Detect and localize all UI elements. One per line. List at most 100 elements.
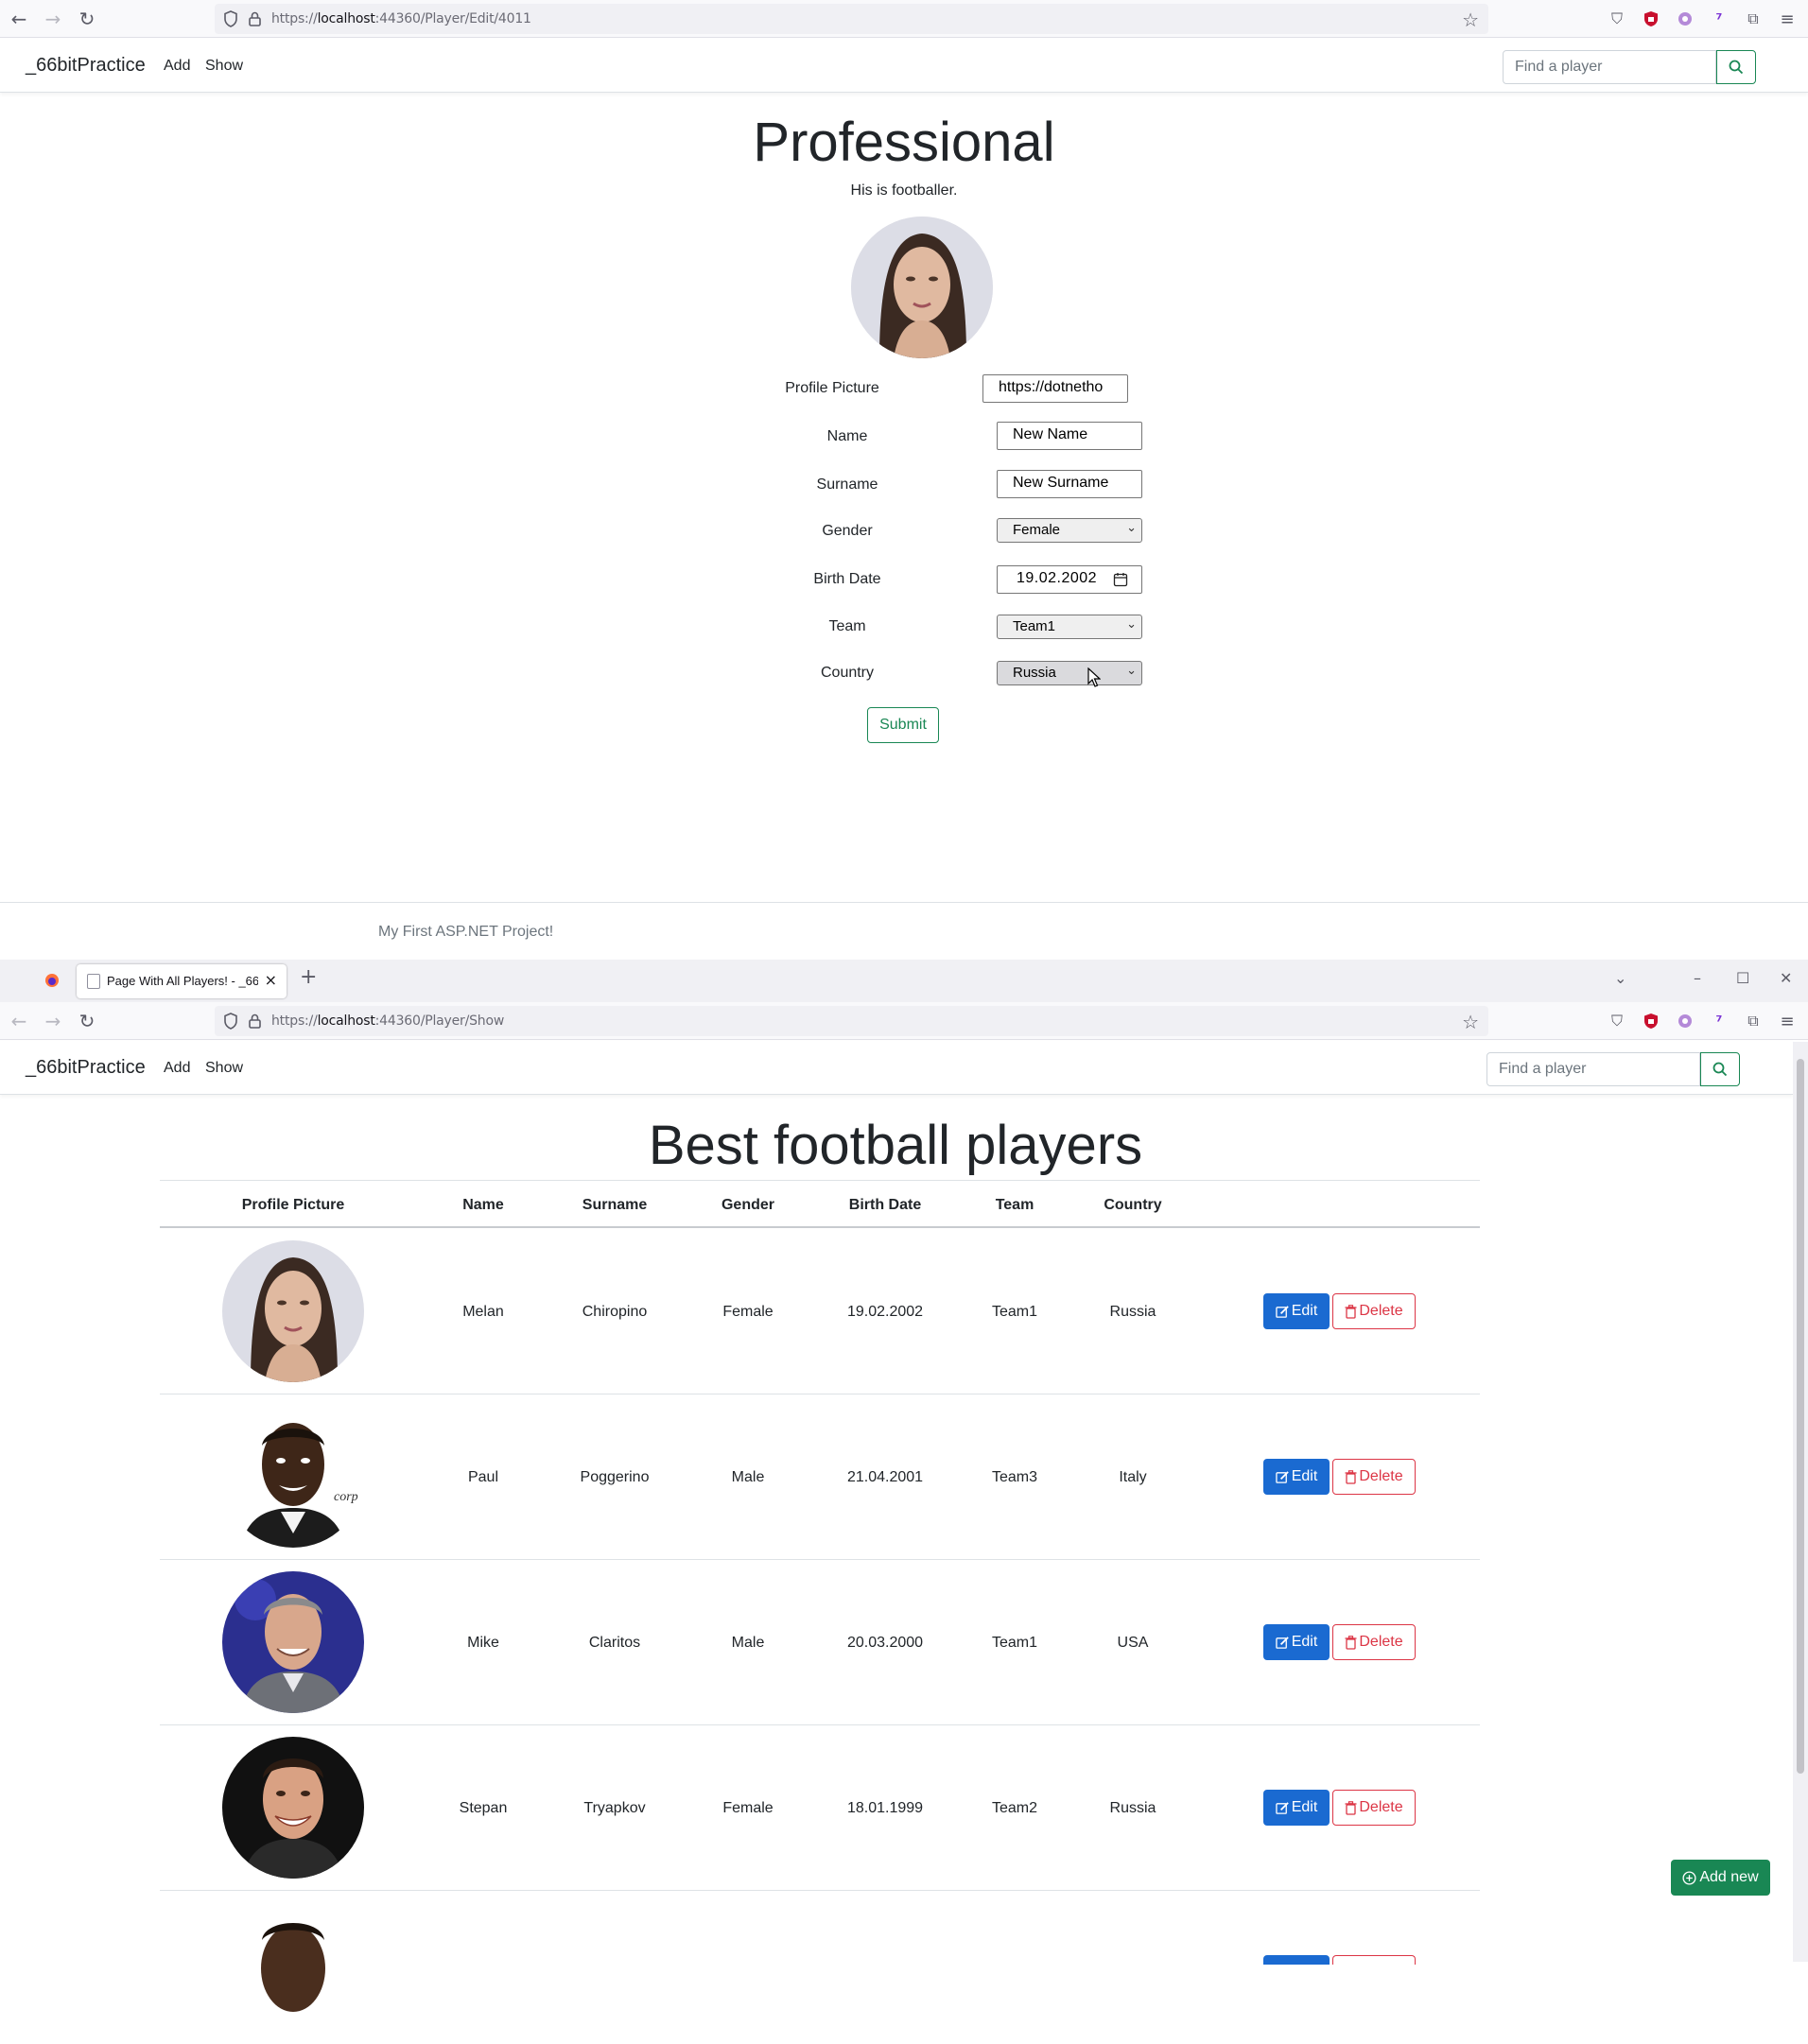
lock-icon[interactable] <box>247 10 264 27</box>
profile-picture-input[interactable]: https://dotnetho <box>982 374 1128 403</box>
shield-icon[interactable] <box>223 10 238 27</box>
trash-icon <box>1345 1800 1357 1815</box>
url-text[interactable]: https://localhost:44360/Player/Edit/4011 <box>271 11 531 26</box>
edit-label: Edit <box>1291 1468 1318 1484</box>
edit-button[interactable]: Edit <box>1263 1293 1330 1329</box>
reload-icon[interactable]: ↻ <box>77 8 97 30</box>
page-title: Best football players <box>648 1115 1143 1176</box>
address-bar[interactable]: https://localhost:44360/Player/Show ☆ <box>215 1006 1488 1036</box>
search-button[interactable] <box>1716 50 1756 84</box>
profile-avatar <box>851 217 993 358</box>
cell-surname: Poggerino <box>580 1469 650 1485</box>
ublock-icon[interactable] <box>1641 9 1661 29</box>
avatar <box>222 1571 364 1713</box>
menu-icon[interactable]: ≡ <box>1777 1011 1798 1031</box>
maximize-button[interactable]: ☐ <box>1736 969 1749 987</box>
close-icon[interactable]: × <box>265 971 277 989</box>
cell-country: USA <box>1117 1635 1149 1651</box>
delete-button[interactable]: Delete <box>1332 1624 1416 1660</box>
cell-gender: Female <box>722 1304 774 1320</box>
new-tab-button[interactable]: + <box>300 965 317 989</box>
name-input[interactable]: New Name <box>997 422 1142 450</box>
cell-birth-date: 21.04.2001 <box>846 1469 924 1485</box>
ublock-icon[interactable] <box>1641 1011 1661 1031</box>
surname-input[interactable]: New Surname <box>997 470 1142 498</box>
menu-icon[interactable]: ≡ <box>1777 9 1798 29</box>
pocket-icon[interactable]: ⛉ <box>1607 9 1627 29</box>
birth-date-input[interactable]: 19.02.2002 <box>997 565 1142 594</box>
cell-surname: Chiropino <box>582 1304 648 1320</box>
cell-team: Team1 <box>991 1304 1038 1320</box>
shield-icon[interactable] <box>223 1013 238 1030</box>
page-title: Professional <box>753 112 1055 173</box>
back-arrow-icon[interactable]: ← <box>9 8 29 30</box>
url-text[interactable]: https://localhost:44360/Player/Show <box>271 1013 504 1029</box>
edit-icon <box>1275 1305 1289 1318</box>
close-window-button[interactable]: ✕ <box>1780 969 1792 987</box>
search-input[interactable] <box>1486 1052 1700 1086</box>
chevron-down-icon: ⌄ <box>1126 664 1137 678</box>
chevron-down-icon: ⌄ <box>1126 521 1137 535</box>
submit-button[interactable]: Submit <box>867 707 939 743</box>
label-surname: Surname <box>816 476 878 493</box>
cell-gender: Male <box>731 1635 765 1651</box>
back-arrow-icon[interactable]: ← <box>9 1010 29 1032</box>
chevron-down-icon[interactable]: ⌄ <box>1614 969 1626 987</box>
delete-button[interactable]: Delete <box>1332 1293 1416 1329</box>
delete-button[interactable]: Delete <box>1332 1790 1416 1826</box>
forward-arrow-icon[interactable]: → <box>43 8 63 30</box>
page-scrollbar[interactable] <box>1793 1042 1808 1962</box>
pocket-icon[interactable]: ⛉ <box>1607 1011 1627 1031</box>
cell-team: Team1 <box>991 1635 1038 1651</box>
address-bar[interactable]: https://localhost:44360/Player/Edit/4011… <box>215 4 1488 34</box>
edit-button[interactable] <box>1263 1955 1330 1965</box>
delete-button[interactable]: Delete <box>1332 1459 1416 1495</box>
trash-icon <box>1345 1304 1357 1319</box>
scrollbar-thumb[interactable] <box>1797 1059 1804 1774</box>
chevron-down-icon: ⌄ <box>1126 617 1137 632</box>
brand-link[interactable]: _66bitPractice <box>26 1057 146 1079</box>
extension-icon[interactable] <box>1675 1011 1695 1031</box>
edit-button[interactable]: Edit <box>1263 1790 1330 1826</box>
edit-button[interactable]: Edit <box>1263 1459 1330 1495</box>
nav-link-show[interactable]: Show <box>205 58 243 75</box>
team-select[interactable]: Team1 ⌄ <box>997 615 1142 639</box>
column-header: Name <box>462 1197 504 1213</box>
cell-country: Russia <box>1109 1304 1156 1320</box>
url-scheme: https:// <box>271 1013 318 1029</box>
nav-link-show[interactable]: Show <box>205 1060 243 1077</box>
extension-icon[interactable] <box>1675 9 1695 29</box>
reload-icon[interactable]: ↻ <box>77 1010 97 1032</box>
country-select[interactable]: Russia ⌄ <box>997 661 1142 685</box>
column-header: Country <box>1104 1197 1162 1213</box>
delete-button[interactable] <box>1332 1955 1416 1965</box>
firefox-icon[interactable] <box>44 973 60 993</box>
label-name: Name <box>826 428 868 444</box>
cell-country: Russia <box>1109 1800 1156 1816</box>
edit-button[interactable]: Edit <box>1263 1624 1330 1660</box>
tab-strip: Page With All Players! - _66bitP × + ⌄ –… <box>0 960 1808 1002</box>
add-new-button[interactable]: Add new <box>1671 1860 1770 1896</box>
extension-icon[interactable]: ⁷ <box>1709 9 1730 29</box>
nav-link-add[interactable]: Add <box>164 1060 190 1077</box>
lock-icon[interactable] <box>247 1013 264 1030</box>
star-icon[interactable]: ☆ <box>1462 9 1479 31</box>
calendar-icon[interactable] <box>1113 572 1128 587</box>
gender-select[interactable]: Female ⌄ <box>997 518 1142 543</box>
extension-icon[interactable]: ⧉ <box>1743 1011 1764 1031</box>
edit-icon <box>1275 1636 1289 1649</box>
extension-icon[interactable]: ⁷ <box>1709 1011 1730 1031</box>
extension-icon[interactable]: ⧉ <box>1743 9 1764 29</box>
brand-link[interactable]: _66bitPractice <box>26 55 146 77</box>
star-icon[interactable]: ☆ <box>1462 1011 1479 1033</box>
tab-page-with-all-players[interactable]: Page With All Players! - _66bitP × <box>77 964 287 998</box>
minimize-button[interactable]: – <box>1694 969 1701 987</box>
search-button[interactable] <box>1700 1052 1740 1086</box>
search-input[interactable] <box>1503 50 1716 84</box>
forward-arrow-icon[interactable]: → <box>43 1010 63 1032</box>
avatar <box>222 1737 364 1879</box>
table-top-border <box>160 1180 1480 1181</box>
gender-select-value: Female <box>1013 522 1061 538</box>
nav-link-add[interactable]: Add <box>164 58 190 75</box>
browser-toolbar-top: ← → ↻ https://localhost:44360/Player/Edi… <box>0 0 1808 38</box>
